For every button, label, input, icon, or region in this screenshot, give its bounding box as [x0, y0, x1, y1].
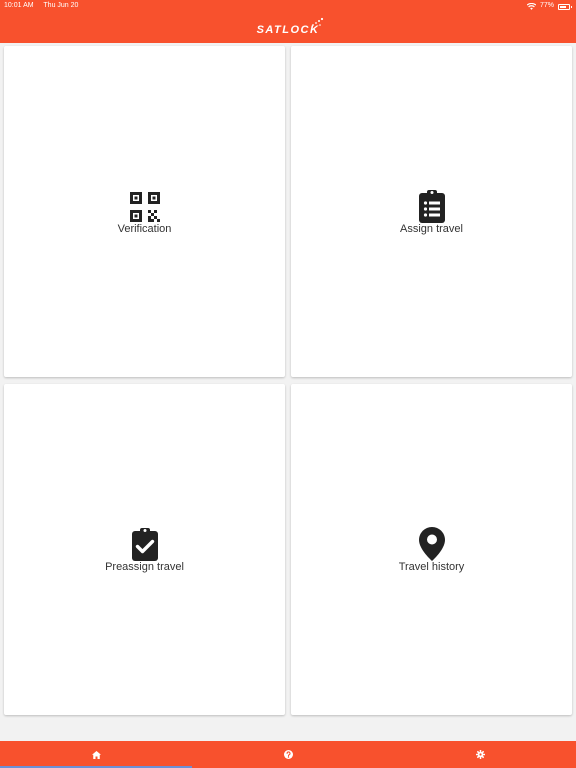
tile-assign-travel[interactable]: Assign travel: [291, 46, 572, 377]
qr-code-icon: [129, 192, 160, 222]
gear-icon: [475, 750, 485, 759]
map-marker-icon: [418, 527, 445, 561]
bottom-nav: [0, 741, 576, 768]
wifi-icon: [526, 2, 536, 10]
nav-settings-button[interactable]: [384, 741, 576, 768]
status-left: 10:01 AM Thu Jun 20: [4, 0, 86, 12]
clipboard-check-icon: [131, 528, 158, 561]
tile-label: Preassign travel: [105, 561, 184, 573]
menu-grid: Verification Assign travel Preassign tra…: [4, 46, 573, 716]
status-time: 10:01 AM: [4, 2, 34, 9]
tile-preassign-travel[interactable]: Preassign travel: [4, 384, 285, 715]
app: 10:01 AM Thu Jun 20 77% SATLOCK Verifica…: [0, 0, 576, 768]
battery-level: [560, 5, 567, 8]
home-icon: [91, 750, 101, 759]
brand: SATLOCK: [0, 17, 576, 38]
logo-dots-icon: [312, 17, 324, 26]
status-date: Thu Jun 20: [43, 2, 79, 9]
nav-help-button[interactable]: [192, 741, 384, 768]
tile-travel-history[interactable]: Travel history: [291, 384, 572, 715]
battery-icon: [558, 3, 572, 10]
app-header: 10:01 AM Thu Jun 20 77% SATLOCK: [0, 0, 576, 43]
status-right: 77%: [526, 0, 572, 12]
tile-label: Travel history: [398, 561, 465, 573]
clipboard-list-icon: [418, 190, 445, 223]
logo-text: SATLOCK: [256, 24, 320, 36]
nav-home-button[interactable]: [0, 741, 192, 768]
tile-verification[interactable]: Verification: [4, 46, 285, 377]
status-bar: 10:01 AM Thu Jun 20 77%: [0, 0, 576, 12]
battery-percent: 77%: [539, 2, 554, 9]
help-icon: [283, 750, 293, 759]
tile-label: Verification: [117, 223, 172, 235]
satlock-logo: SATLOCK: [256, 17, 324, 38]
tile-label: Assign travel: [400, 223, 463, 235]
